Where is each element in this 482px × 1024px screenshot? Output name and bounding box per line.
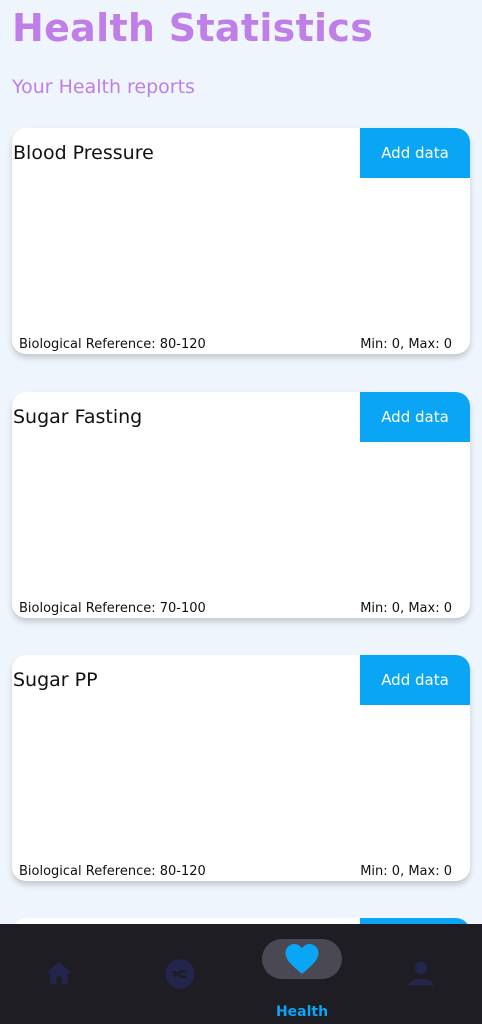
nav-item-explore[interactable] [150, 924, 210, 1024]
min-max-value: Min: 0, Max: 0 [360, 864, 452, 879]
page-title: Health Statistics [12, 6, 374, 50]
home-icon [46, 961, 72, 985]
explore-icon [165, 959, 195, 989]
card-title: Sugar PP [13, 669, 98, 691]
heart-icon [285, 944, 319, 974]
card-title: Sugar Fasting [13, 406, 143, 428]
min-max-value: Min: 0, Max: 0 [360, 337, 452, 352]
page-subtitle: Your Health reports [12, 76, 195, 98]
min-max-value: Min: 0, Max: 0 [360, 601, 452, 616]
biological-reference: Biological Reference: 80-120 [19, 864, 206, 879]
blood-pressure-card: Blood Pressure Add data Biological Refer… [12, 128, 470, 354]
add-data-button[interactable]: Add data [360, 392, 470, 442]
biological-reference: Biological Reference: 70-100 [19, 601, 206, 616]
nav-item-health[interactable]: Health [240, 924, 360, 1024]
card-title: Blood Pressure [13, 142, 154, 164]
add-data-button[interactable]: Add data [360, 655, 470, 705]
nav-item-home[interactable] [30, 924, 90, 1024]
add-data-button[interactable]: Add data [360, 128, 470, 178]
sugar-pp-card: Sugar PP Add data Biological Reference: … [12, 655, 470, 881]
sugar-fasting-card: Sugar Fasting Add data Biological Refere… [12, 392, 470, 618]
bottom-navigation: Health [0, 924, 482, 1024]
biological-reference: Biological Reference: 80-120 [19, 337, 206, 352]
nav-item-profile[interactable] [392, 924, 452, 1024]
profile-icon [408, 961, 434, 986]
nav-label-health: Health [275, 1004, 329, 1020]
